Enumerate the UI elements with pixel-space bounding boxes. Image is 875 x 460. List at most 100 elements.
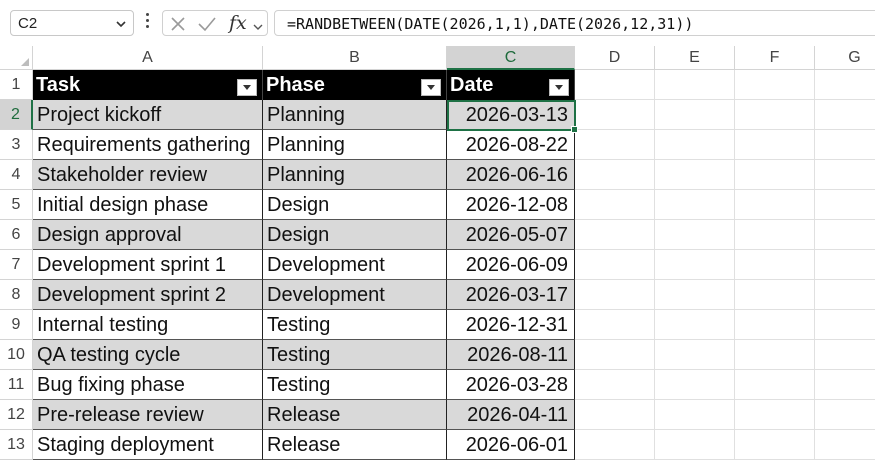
cell[interactable] — [735, 310, 815, 340]
cell[interactable] — [575, 100, 655, 130]
table-cell-date[interactable]: 2026-06-01 — [447, 430, 575, 460]
chevron-down-icon[interactable] — [253, 19, 263, 37]
row-header-11[interactable]: 11 — [0, 370, 33, 400]
cell[interactable] — [815, 100, 875, 130]
cell[interactable] — [735, 280, 815, 310]
row-header-5[interactable]: 5 — [0, 190, 33, 220]
column-header-b[interactable]: B — [263, 46, 447, 70]
filter-dropdown-icon[interactable] — [421, 79, 441, 96]
cell[interactable] — [815, 130, 875, 160]
table-cell-phase[interactable]: Testing — [263, 340, 447, 370]
row-header-3[interactable]: 3 — [0, 130, 33, 160]
table-cell-task[interactable]: Initial design phase — [33, 190, 263, 220]
cell[interactable] — [655, 130, 735, 160]
select-all-button[interactable] — [0, 46, 33, 70]
cell[interactable] — [735, 340, 815, 370]
cell[interactable] — [655, 250, 735, 280]
cell[interactable] — [655, 400, 735, 430]
table-cell-task[interactable]: Internal testing — [33, 310, 263, 340]
cell[interactable] — [575, 340, 655, 370]
table-cell-task[interactable]: Development sprint 2 — [33, 280, 263, 310]
cell[interactable] — [655, 310, 735, 340]
cell[interactable] — [735, 370, 815, 400]
fill-handle[interactable] — [571, 126, 578, 133]
row-header-12[interactable]: 12 — [0, 400, 33, 430]
table-cell-phase[interactable]: Planning — [263, 100, 447, 130]
cell[interactable] — [735, 250, 815, 280]
row-header-6[interactable]: 6 — [0, 220, 33, 250]
cell[interactable] — [735, 70, 815, 100]
row-header-7[interactable]: 7 — [0, 250, 33, 280]
table-cell-phase[interactable]: Release — [263, 430, 447, 460]
cell[interactable] — [815, 250, 875, 280]
table-cell-date[interactable]: 2026-04-11 — [447, 400, 575, 430]
table-cell-phase[interactable]: Design — [263, 190, 447, 220]
row-header-9[interactable]: 9 — [0, 310, 33, 340]
table-cell-date[interactable]: 2026-03-17 — [447, 280, 575, 310]
formula-input[interactable]: =RANDBETWEEN(DATE(2026,1,1),DATE(2026,12… — [274, 10, 875, 36]
cell[interactable] — [575, 70, 655, 100]
cell[interactable] — [655, 160, 735, 190]
cell[interactable] — [575, 310, 655, 340]
column-header-a[interactable]: A — [33, 46, 263, 70]
table-cell-phase[interactable]: Planning — [263, 160, 447, 190]
column-header-e[interactable]: E — [655, 46, 735, 70]
cell[interactable] — [575, 220, 655, 250]
cell[interactable] — [655, 220, 735, 250]
cell[interactable] — [815, 160, 875, 190]
cell[interactable] — [735, 220, 815, 250]
table-cell-phase[interactable]: Design — [263, 220, 447, 250]
table-cell-task[interactable]: Pre-release review — [33, 400, 263, 430]
table-header-task[interactable]: Task — [33, 70, 263, 100]
cell[interactable] — [575, 280, 655, 310]
table-cell-date[interactable]: 2026-05-07 — [447, 220, 575, 250]
cell[interactable] — [575, 400, 655, 430]
insert-function-button[interactable]: fx — [229, 12, 247, 34]
table-header-date[interactable]: Date — [447, 70, 575, 100]
table-cell-task[interactable]: Development sprint 1 — [33, 250, 263, 280]
table-cell-date[interactable]: 2026-08-22 — [447, 130, 575, 160]
cell[interactable] — [655, 340, 735, 370]
cell[interactable] — [575, 130, 655, 160]
table-cell-phase[interactable]: Development — [263, 250, 447, 280]
column-header-g[interactable]: G — [815, 46, 875, 70]
column-header-c[interactable]: C — [447, 46, 575, 70]
cell[interactable] — [735, 160, 815, 190]
cell[interactable] — [815, 430, 875, 460]
cell[interactable] — [815, 340, 875, 370]
cell[interactable] — [655, 430, 735, 460]
row-header-2[interactable]: 2 — [0, 100, 33, 130]
column-header-f[interactable]: F — [735, 46, 815, 70]
name-box[interactable]: C2 — [10, 10, 134, 36]
table-cell-task[interactable]: Project kickoff — [33, 100, 263, 130]
table-cell-date[interactable]: 2026-06-09 — [447, 250, 575, 280]
table-cell-phase[interactable]: Release — [263, 400, 447, 430]
column-header-d[interactable]: D — [575, 46, 655, 70]
cell[interactable] — [655, 100, 735, 130]
cell[interactable] — [655, 70, 735, 100]
cell[interactable] — [655, 190, 735, 220]
cell[interactable] — [735, 100, 815, 130]
table-cell-phase[interactable]: Testing — [263, 310, 447, 340]
cancel-icon[interactable] — [170, 16, 186, 37]
table-cell-task[interactable]: Requirements gathering — [33, 130, 263, 160]
table-cell-phase[interactable]: Development — [263, 280, 447, 310]
table-cell-task[interactable]: Bug fixing phase — [33, 370, 263, 400]
table-cell-phase[interactable]: Testing — [263, 370, 447, 400]
cell[interactable] — [815, 370, 875, 400]
cell[interactable] — [735, 400, 815, 430]
row-header-1[interactable]: 1 — [0, 70, 33, 100]
cell[interactable] — [575, 250, 655, 280]
cell[interactable] — [815, 310, 875, 340]
table-cell-date[interactable]: 2026-12-31 — [447, 310, 575, 340]
cell[interactable] — [815, 400, 875, 430]
enter-check-icon[interactable] — [198, 16, 216, 37]
cell[interactable] — [815, 190, 875, 220]
table-cell-date[interactable]: 2026-08-11 — [447, 340, 575, 370]
cell[interactable] — [575, 430, 655, 460]
cell[interactable] — [735, 430, 815, 460]
row-header-13[interactable]: 13 — [0, 430, 33, 460]
cell[interactable] — [815, 220, 875, 250]
cell[interactable] — [575, 160, 655, 190]
table-cell-date[interactable]: 2026-12-08 — [447, 190, 575, 220]
